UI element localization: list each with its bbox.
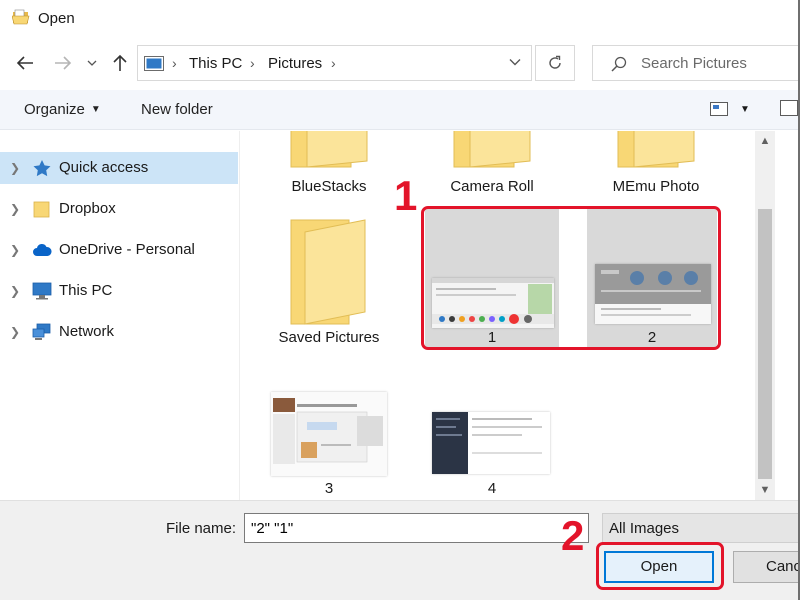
- cancel-button[interactable]: Cancel: [733, 551, 800, 583]
- chevron-right-icon[interactable]: ❯: [10, 202, 20, 216]
- file-name: Saved Pictures: [278, 329, 380, 346]
- navigation-bar: › This PC › Pictures ›: [0, 38, 800, 90]
- window-title: Open: [38, 10, 75, 27]
- screenshot-thumbnail-icon: [271, 392, 387, 476]
- file-item-saved-pictures[interactable]: Saved Pictures: [259, 211, 399, 351]
- chevron-right-icon[interactable]: ❯: [10, 161, 20, 175]
- forward-button[interactable]: [50, 50, 76, 76]
- arrow-left-icon: [16, 56, 33, 70]
- sidebar-item-label: This PC: [59, 282, 113, 299]
- organize-label: Organize: [24, 101, 85, 118]
- vertical-scrollbar[interactable]: ▲ ▼: [755, 131, 775, 500]
- sidebar-item-onedrive[interactable]: ❯ OneDrive - Personal: [0, 234, 240, 266]
- folder-icon: [33, 201, 50, 218]
- navigation-pane: ❯ Quick access ❯ Dropbox ❯ OneDrive - Pe…: [0, 131, 240, 500]
- folder-icon: [290, 131, 368, 168]
- file-name: Camera Roll: [450, 178, 534, 195]
- selection-highlight-box: [421, 206, 721, 350]
- file-name: 4: [487, 480, 497, 497]
- file-item-camera-roll[interactable]: Camera Roll: [422, 131, 562, 201]
- refresh-icon: [549, 55, 561, 69]
- file-item-3[interactable]: 3: [259, 386, 399, 500]
- command-bar: Organize ▼ New folder ▼: [0, 90, 800, 130]
- file-type-select[interactable]: All Images: [602, 513, 800, 543]
- preview-pane-button[interactable]: [780, 100, 798, 116]
- folder-open-icon: [12, 9, 30, 25]
- scroll-up-icon[interactable]: ▲: [755, 131, 775, 151]
- arrow-right-icon: [55, 56, 72, 70]
- scroll-down-icon[interactable]: ▼: [755, 480, 775, 500]
- sidebar-item-label: Quick access: [59, 159, 149, 176]
- view-options-caret-icon[interactable]: ▼: [740, 104, 750, 115]
- sidebar-item-label: Dropbox: [59, 200, 116, 217]
- breadcrumb-pictures[interactable]: Pictures: [268, 55, 322, 72]
- arrow-up-icon: [113, 54, 127, 71]
- back-button[interactable]: [12, 50, 38, 76]
- computer-icon: [144, 56, 164, 71]
- star-icon: [33, 160, 51, 177]
- chevron-right-icon[interactable]: ❯: [10, 243, 20, 257]
- folder-icon: [617, 131, 695, 168]
- cloud-icon: [33, 243, 52, 256]
- breadcrumb-separator-icon: ›: [172, 55, 177, 71]
- breadcrumb-this-pc[interactable]: This PC: [189, 55, 242, 72]
- file-item-4[interactable]: 4: [422, 386, 562, 500]
- sidebar-item-this-pc[interactable]: ❯ This PC: [0, 275, 240, 307]
- scrollbar-thumb[interactable]: [758, 209, 772, 479]
- chevron-down-icon: [87, 60, 97, 66]
- file-name: 3: [324, 480, 334, 497]
- computer-icon: [32, 282, 52, 300]
- file-name: MEmu Photo: [612, 178, 700, 195]
- folder-icon: [453, 131, 531, 168]
- screenshot-thumbnail-icon: [432, 412, 550, 474]
- address-bar[interactable]: › This PC › Pictures ›: [137, 45, 532, 81]
- sidebar-item-label: Network: [59, 323, 115, 340]
- up-button[interactable]: [107, 50, 133, 76]
- sidebar-item-dropbox[interactable]: ❯ Dropbox: [0, 193, 240, 225]
- search-icon: [611, 56, 627, 72]
- annotation-step-1: 1: [394, 172, 418, 219]
- chevron-right-icon[interactable]: ❯: [10, 284, 20, 298]
- annotation-step-2: 2: [561, 512, 585, 559]
- sidebar-item-label: OneDrive - Personal: [59, 241, 195, 258]
- network-icon: [32, 323, 51, 340]
- sidebar-item-quick-access[interactable]: ❯ Quick access: [0, 152, 238, 184]
- folder-icon: [290, 219, 366, 325]
- search-box[interactable]: [592, 45, 800, 81]
- image-thumbnail: [271, 392, 387, 476]
- sidebar-item-network[interactable]: ❯ Network: [0, 316, 240, 348]
- change-view-button[interactable]: [710, 102, 728, 116]
- file-name-input[interactable]: [244, 513, 589, 543]
- breadcrumb-separator-icon: ›: [250, 55, 255, 71]
- image-thumbnail: [432, 412, 550, 474]
- chevron-right-icon[interactable]: ❯: [10, 325, 20, 339]
- organize-menu-button[interactable]: Organize ▼: [24, 101, 101, 118]
- file-type-value: All Images: [609, 520, 680, 537]
- chevron-down-icon[interactable]: [509, 58, 521, 66]
- caret-down-icon: ▼: [90, 104, 101, 115]
- title-bar: Open: [0, 0, 800, 38]
- file-name-label: File name:: [166, 520, 237, 537]
- refresh-button[interactable]: [535, 45, 575, 81]
- open-button-highlight-box: [596, 542, 724, 590]
- file-item-memu-photo[interactable]: MEmu Photo: [586, 131, 726, 201]
- recent-locations-button[interactable]: [82, 50, 102, 76]
- breadcrumb-separator-icon: ›: [331, 55, 336, 71]
- search-input[interactable]: [641, 52, 800, 74]
- new-folder-button[interactable]: New folder: [141, 101, 213, 118]
- file-name: BlueStacks: [291, 178, 367, 195]
- file-item-bluestacks[interactable]: BlueStacks: [259, 131, 399, 201]
